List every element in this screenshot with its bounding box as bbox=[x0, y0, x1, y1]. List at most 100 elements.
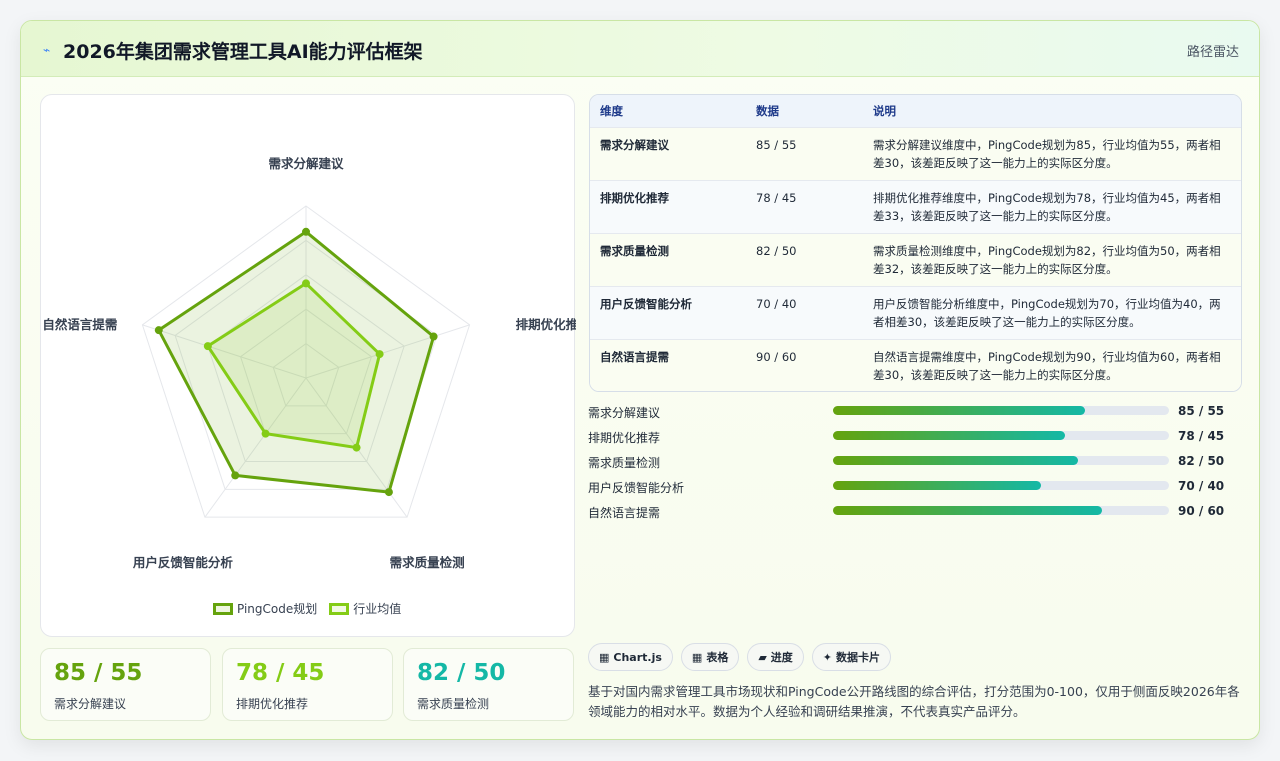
progress-row: 自然语言提需 90 / 60 bbox=[588, 501, 1228, 526]
radar-axis-label: 用户反馈智能分析 bbox=[132, 555, 234, 570]
progress-label: 排期优化推荐 bbox=[588, 431, 661, 445]
legend-item-pingcode[interactable]: PingCode规划 bbox=[213, 600, 317, 617]
progress-row: 用户反馈智能分析 70 / 40 bbox=[588, 476, 1228, 501]
progress-fill bbox=[833, 456, 1079, 465]
table-row: 排期优化推荐 78 / 45 排期优化推荐维度中，PingCode规划为78，行… bbox=[590, 180, 1241, 233]
table-header-description: 说明 bbox=[873, 103, 896, 118]
chip-chartjs[interactable]: ▦ Chart.js bbox=[588, 643, 673, 671]
table-icon: ▦ bbox=[691, 650, 703, 664]
radar-point bbox=[302, 227, 310, 236]
sparkle-icon: ✦ bbox=[822, 650, 833, 664]
radar-link[interactable]: 路径雷达 bbox=[1187, 41, 1239, 60]
table-cell-description: 排期优化推荐维度中，PingCode规划为78，行业均值为45，两者相差33，该… bbox=[873, 190, 1221, 223]
radar-chart-panel: 需求分解建议排期优化推荐需求质量检测 用户反馈智能分析 自然语言提需 PingCod… bbox=[40, 94, 576, 637]
stat-value: 78 / 45 bbox=[236, 660, 325, 686]
progress-value: 78 / 45 bbox=[1178, 429, 1225, 443]
page-title: 2026年集团需求管理工具AI能力评估框架 bbox=[63, 41, 423, 63]
progress-fill bbox=[833, 406, 1085, 415]
stat-card: 78 / 45 排期优化推荐 bbox=[222, 648, 393, 721]
progress-fill bbox=[833, 506, 1102, 515]
table-cell-data: 85 / 55 bbox=[756, 137, 797, 152]
chip-label: 数据卡片 bbox=[836, 651, 881, 664]
progress-value: 90 / 60 bbox=[1178, 504, 1225, 518]
radar-point bbox=[154, 326, 163, 335]
progress-row: 需求质量检测 82 / 50 bbox=[588, 451, 1228, 476]
progress-track bbox=[833, 406, 1169, 415]
table-header-row: 维度 数据 说明 bbox=[590, 95, 1241, 127]
progress-fill bbox=[833, 481, 1042, 490]
table-row: 需求分解建议 85 / 55 需求分解建议维度中，PingCode规划为85，行… bbox=[590, 127, 1241, 180]
stat-label: 需求质量检测 bbox=[417, 697, 490, 711]
header-bar: ⌁ 2026年集团需求管理工具AI能力评估框架 路径雷达 bbox=[21, 21, 1259, 77]
radar-point bbox=[231, 471, 240, 480]
radar-point bbox=[203, 342, 212, 351]
radar-point bbox=[429, 332, 438, 341]
radar-axis-label: 自然语言提需 bbox=[42, 317, 117, 332]
table-cell-description: 自然语言提需维度中，PingCode规划为90，行业均值为60，两者相差30，该… bbox=[873, 349, 1221, 382]
chip-data-card[interactable]: ✦ 数据卡片 bbox=[811, 643, 892, 671]
stat-card: 85 / 55 需求分解建议 bbox=[40, 648, 211, 721]
legend-label-pingcode: PingCode规划 bbox=[237, 602, 318, 616]
progress-icon: ▰ bbox=[758, 650, 767, 664]
table-row: 需求质量检测 82 / 50 需求质量检测维度中，PingCode规划为82，行… bbox=[590, 233, 1241, 286]
table-cell-dimension: 排期优化推荐 bbox=[600, 190, 669, 205]
progress-track bbox=[833, 506, 1169, 515]
radar-point bbox=[302, 279, 310, 288]
chip-label: Chart.js bbox=[613, 650, 662, 664]
dashboard-card: ⌁ 2026年集团需求管理工具AI能力评估框架 路径雷达 需求分解建议排期优化推… bbox=[20, 20, 1260, 740]
chip-label: 进度 bbox=[770, 651, 793, 664]
table-cell-data: 78 / 45 bbox=[756, 190, 797, 205]
radar-axis-label: 排期优化推荐 bbox=[516, 317, 576, 332]
table-cell-description: 需求分解建议维度中，PingCode规划为85，行业均值为55，两者相差30，该… bbox=[873, 137, 1221, 170]
radar-axis-label: 需求分解建议 bbox=[268, 156, 344, 171]
table-cell-dimension: 用户反馈智能分析 bbox=[600, 296, 692, 311]
progress-label: 需求质量检测 bbox=[588, 456, 661, 470]
chip-progress[interactable]: ▰ 进度 bbox=[747, 643, 804, 671]
grid-icon: ▦ bbox=[599, 650, 610, 664]
stat-value: 82 / 50 bbox=[417, 660, 506, 686]
stat-value: 85 / 55 bbox=[54, 660, 143, 686]
progress-bars: 需求分解建议 85 / 55 排期优化推荐 78 / 45 需求质量检测 82 … bbox=[588, 401, 1228, 526]
chip-row: ▦ Chart.js ▦ 表格 ▰ 进度 ✦ 数据卡片 bbox=[588, 643, 892, 671]
table-header-dimension: 维度 bbox=[600, 103, 623, 118]
radar-point bbox=[352, 443, 361, 452]
radar-axis-label: 需求质量检测 bbox=[390, 555, 465, 570]
progress-track bbox=[833, 481, 1169, 490]
chip-label: 表格 bbox=[706, 651, 729, 664]
table-row: 自然语言提需 90 / 60 自然语言提需维度中，PingCode规划为90，行… bbox=[590, 339, 1241, 391]
progress-row: 需求分解建议 85 / 55 bbox=[588, 401, 1228, 426]
table-cell-data: 82 / 50 bbox=[756, 243, 797, 258]
progress-track bbox=[833, 456, 1169, 465]
legend-item-industry[interactable]: 行业均值 bbox=[329, 600, 401, 617]
radar-point bbox=[261, 429, 270, 438]
stat-card: 82 / 50 需求质量检测 bbox=[403, 648, 574, 721]
line-icon: ⌁ bbox=[43, 43, 51, 57]
progress-label: 用户反馈智能分析 bbox=[588, 481, 685, 495]
stat-label: 需求分解建议 bbox=[54, 697, 127, 711]
progress-row: 排期优化推荐 78 / 45 bbox=[588, 426, 1228, 451]
data-table: 维度 数据 说明 需求分解建议 85 / 55 需求分解建议维度中，PingCo… bbox=[589, 94, 1242, 392]
table-row: 用户反馈智能分析 70 / 40 用户反馈智能分析维度中，PingCode规划为… bbox=[590, 286, 1241, 339]
table-cell-description: 用户反馈智能分析维度中，PingCode规划为70，行业均值为40，两者相差30… bbox=[873, 296, 1221, 329]
progress-label: 自然语言提需 bbox=[588, 506, 661, 520]
footnote: 基于对国内需求管理工具市场现状和PingCode公开路线图的综合评估，打分范围为… bbox=[588, 684, 1240, 719]
chip-table[interactable]: ▦ 表格 bbox=[680, 643, 740, 671]
table-header-data: 数据 bbox=[756, 103, 779, 118]
table-cell-dimension: 自然语言提需 bbox=[600, 349, 669, 364]
stat-label: 排期优化推荐 bbox=[236, 697, 309, 711]
radar-chart: 需求分解建议排期优化推荐需求质量检测 用户反馈智能分析 自然语言提需 bbox=[42, 156, 576, 570]
radar-point bbox=[375, 350, 384, 359]
progress-value: 70 / 40 bbox=[1178, 479, 1225, 493]
legend-swatch-pingcode bbox=[213, 602, 233, 615]
table-cell-dimension: 需求分解建议 bbox=[600, 137, 669, 152]
radar-point bbox=[384, 488, 393, 497]
progress-label: 需求分解建议 bbox=[588, 406, 661, 420]
legend-label-industry: 行业均值 bbox=[353, 602, 402, 616]
progress-track bbox=[833, 431, 1169, 440]
progress-value: 85 / 55 bbox=[1178, 404, 1225, 418]
table-cell-data: 70 / 40 bbox=[756, 296, 797, 311]
table-cell-description: 需求质量检测维度中，PingCode规划为82，行业均值为50，两者相差32，该… bbox=[873, 243, 1221, 276]
progress-value: 82 / 50 bbox=[1178, 454, 1225, 468]
legend-swatch-industry bbox=[329, 602, 350, 615]
progress-fill bbox=[833, 431, 1065, 440]
